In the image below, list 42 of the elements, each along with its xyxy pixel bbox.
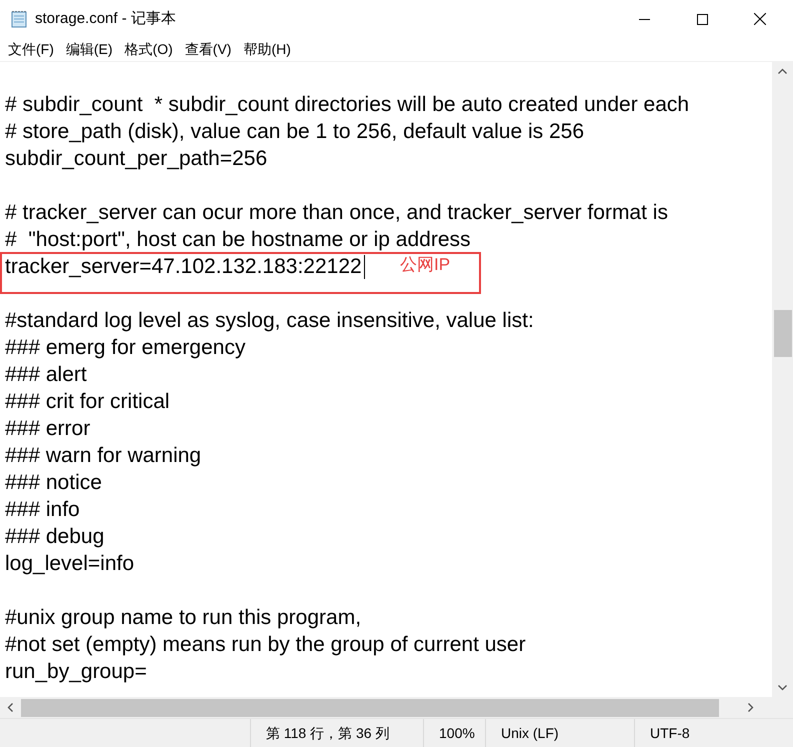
status-text: Unix (LF) bbox=[501, 724, 559, 743]
code-line: ### notice bbox=[5, 470, 102, 494]
code-line: subdir_count_per_path=256 bbox=[5, 146, 268, 170]
scroll-thumb[interactable] bbox=[21, 698, 719, 716]
maximize-icon bbox=[696, 14, 708, 24]
minimize-icon bbox=[638, 18, 650, 20]
vertical-scrollbar[interactable] bbox=[772, 62, 793, 697]
window-title: storage.conf - 记事本 bbox=[35, 8, 176, 29]
notepad-icon bbox=[10, 10, 28, 28]
code-line: ### debug bbox=[5, 524, 104, 548]
code-line: tracker_server=47.102.132.183:22122 bbox=[5, 254, 362, 278]
status-text: UTF-8 bbox=[650, 724, 690, 742]
code-line: #standard log level as syslog, case insensitive, value list: bbox=[5, 308, 534, 332]
code-line: ### crit for critical bbox=[5, 390, 170, 414]
code-line: run_by_group= bbox=[5, 660, 147, 684]
code-line: ### emerg for emergency bbox=[5, 336, 246, 360]
menu-item[interactable]: 查看(V) bbox=[178, 38, 238, 60]
code-line: # "host:port", host can be hostname or ip address bbox=[5, 228, 471, 252]
status-text: 100% bbox=[439, 724, 475, 742]
annotation-label: 公网IP bbox=[400, 254, 450, 276]
code-line: ### alert bbox=[5, 362, 87, 386]
code-line: #not set (empty) means run by the group of current user bbox=[5, 632, 526, 656]
code-line: ### warn for warning bbox=[5, 444, 202, 468]
menu-item[interactable]: 格式(O) bbox=[118, 38, 179, 60]
code-line: #unix group name to run this program, bbox=[5, 606, 362, 630]
scroll-down-icon[interactable] bbox=[778, 685, 787, 691]
horizontal-scrollbar[interactable] bbox=[0, 697, 793, 718]
close-icon bbox=[754, 13, 766, 25]
code-line: ### error bbox=[5, 416, 90, 440]
menu-item[interactable]: 编辑(E) bbox=[60, 38, 119, 60]
status-text: 第 118 行，第 36 列 bbox=[266, 724, 390, 742]
scroll-thumb[interactable] bbox=[774, 310, 792, 357]
scroll-up-icon[interactable] bbox=[778, 68, 787, 74]
code-line: log_level=info bbox=[5, 552, 134, 576]
menu-item[interactable]: 文件(F) bbox=[2, 38, 60, 60]
scroll-right-icon[interactable] bbox=[748, 703, 754, 712]
code-line: # subdir_count * subdir_count directories will be auto created under each bbox=[5, 92, 690, 116]
menu-item[interactable]: 帮助(H) bbox=[237, 38, 297, 60]
code-line: ### info bbox=[5, 498, 80, 522]
scroll-left-icon[interactable] bbox=[7, 703, 13, 712]
code-line: # store_path (disk), value can be 1 to 256, default value is 256 bbox=[5, 120, 584, 144]
code-line: # tracker_server can ocur more than once, and tracker_server format is bbox=[5, 200, 668, 224]
